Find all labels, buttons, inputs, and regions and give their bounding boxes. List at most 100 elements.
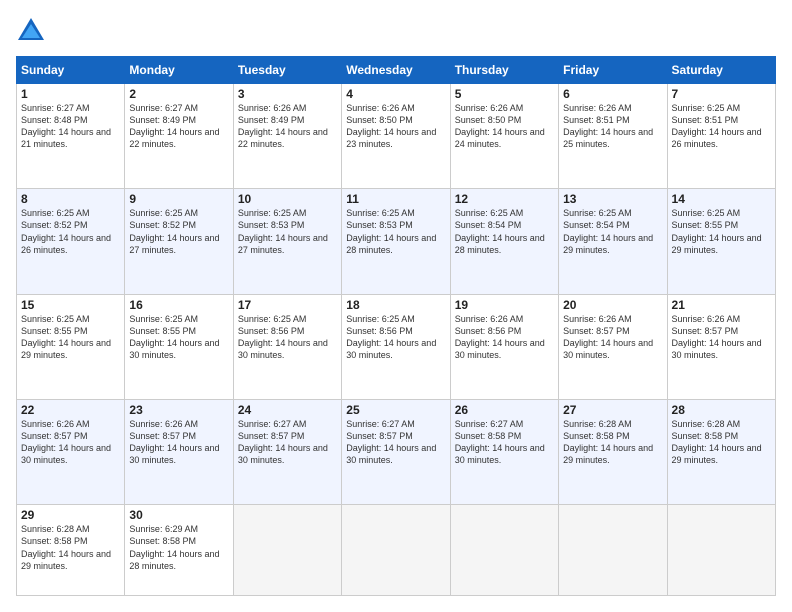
calendar-day-cell: 9 Sunrise: 6:25 AMSunset: 8:52 PMDayligh…: [125, 189, 233, 294]
day-info: Sunrise: 6:26 AMSunset: 8:57 PMDaylight:…: [21, 419, 111, 465]
calendar-day-cell: [559, 505, 667, 596]
col-sunday: Sunday: [17, 57, 125, 84]
day-number: 28: [672, 403, 771, 417]
day-number: 20: [563, 298, 662, 312]
day-info: Sunrise: 6:28 AMSunset: 8:58 PMDaylight:…: [563, 419, 653, 465]
calendar-day-cell: 28 Sunrise: 6:28 AMSunset: 8:58 PMDaylig…: [667, 399, 775, 504]
day-info: Sunrise: 6:29 AMSunset: 8:58 PMDaylight:…: [129, 524, 219, 570]
day-number: 4: [346, 87, 445, 101]
calendar-day-cell: [342, 505, 450, 596]
day-number: 16: [129, 298, 228, 312]
day-info: Sunrise: 6:26 AMSunset: 8:50 PMDaylight:…: [455, 103, 545, 149]
calendar-day-cell: 13 Sunrise: 6:25 AMSunset: 8:54 PMDaylig…: [559, 189, 667, 294]
calendar-day-cell: 25 Sunrise: 6:27 AMSunset: 8:57 PMDaylig…: [342, 399, 450, 504]
day-info: Sunrise: 6:26 AMSunset: 8:49 PMDaylight:…: [238, 103, 328, 149]
calendar-table: Sunday Monday Tuesday Wednesday Thursday…: [16, 56, 776, 596]
day-info: Sunrise: 6:27 AMSunset: 8:49 PMDaylight:…: [129, 103, 219, 149]
calendar-day-cell: 6 Sunrise: 6:26 AMSunset: 8:51 PMDayligh…: [559, 84, 667, 189]
calendar-day-cell: 22 Sunrise: 6:26 AMSunset: 8:57 PMDaylig…: [17, 399, 125, 504]
calendar-day-cell: 1 Sunrise: 6:27 AMSunset: 8:48 PMDayligh…: [17, 84, 125, 189]
day-number: 29: [21, 508, 120, 522]
calendar-day-cell: 4 Sunrise: 6:26 AMSunset: 8:50 PMDayligh…: [342, 84, 450, 189]
col-thursday: Thursday: [450, 57, 558, 84]
col-tuesday: Tuesday: [233, 57, 341, 84]
day-info: Sunrise: 6:28 AMSunset: 8:58 PMDaylight:…: [21, 524, 111, 570]
day-number: 8: [21, 192, 120, 206]
calendar-day-cell: [233, 505, 341, 596]
day-number: 27: [563, 403, 662, 417]
day-info: Sunrise: 6:25 AMSunset: 8:56 PMDaylight:…: [346, 314, 436, 360]
day-number: 9: [129, 192, 228, 206]
header: [16, 16, 776, 46]
day-info: Sunrise: 6:25 AMSunset: 8:56 PMDaylight:…: [238, 314, 328, 360]
calendar-week-row: 1 Sunrise: 6:27 AMSunset: 8:48 PMDayligh…: [17, 84, 776, 189]
day-info: Sunrise: 6:27 AMSunset: 8:57 PMDaylight:…: [238, 419, 328, 465]
day-info: Sunrise: 6:25 AMSunset: 8:55 PMDaylight:…: [21, 314, 111, 360]
day-info: Sunrise: 6:27 AMSunset: 8:57 PMDaylight:…: [346, 419, 436, 465]
day-info: Sunrise: 6:27 AMSunset: 8:48 PMDaylight:…: [21, 103, 111, 149]
day-info: Sunrise: 6:26 AMSunset: 8:56 PMDaylight:…: [455, 314, 545, 360]
calendar-day-cell: 17 Sunrise: 6:25 AMSunset: 8:56 PMDaylig…: [233, 294, 341, 399]
day-number: 22: [21, 403, 120, 417]
day-info: Sunrise: 6:26 AMSunset: 8:50 PMDaylight:…: [346, 103, 436, 149]
day-number: 10: [238, 192, 337, 206]
day-info: Sunrise: 6:26 AMSunset: 8:57 PMDaylight:…: [672, 314, 762, 360]
day-number: 2: [129, 87, 228, 101]
calendar-week-row: 8 Sunrise: 6:25 AMSunset: 8:52 PMDayligh…: [17, 189, 776, 294]
calendar-day-cell: 10 Sunrise: 6:25 AMSunset: 8:53 PMDaylig…: [233, 189, 341, 294]
calendar-day-cell: 21 Sunrise: 6:26 AMSunset: 8:57 PMDaylig…: [667, 294, 775, 399]
col-monday: Monday: [125, 57, 233, 84]
calendar-header-row: Sunday Monday Tuesday Wednesday Thursday…: [17, 57, 776, 84]
calendar-day-cell: [450, 505, 558, 596]
calendar-day-cell: 30 Sunrise: 6:29 AMSunset: 8:58 PMDaylig…: [125, 505, 233, 596]
calendar-day-cell: 18 Sunrise: 6:25 AMSunset: 8:56 PMDaylig…: [342, 294, 450, 399]
day-number: 25: [346, 403, 445, 417]
day-info: Sunrise: 6:25 AMSunset: 8:52 PMDaylight:…: [129, 208, 219, 254]
day-number: 24: [238, 403, 337, 417]
day-number: 14: [672, 192, 771, 206]
day-info: Sunrise: 6:28 AMSunset: 8:58 PMDaylight:…: [672, 419, 762, 465]
calendar-day-cell: 11 Sunrise: 6:25 AMSunset: 8:53 PMDaylig…: [342, 189, 450, 294]
day-number: 15: [21, 298, 120, 312]
calendar-week-row: 22 Sunrise: 6:26 AMSunset: 8:57 PMDaylig…: [17, 399, 776, 504]
day-info: Sunrise: 6:25 AMSunset: 8:54 PMDaylight:…: [563, 208, 653, 254]
day-number: 13: [563, 192, 662, 206]
day-number: 1: [21, 87, 120, 101]
day-number: 30: [129, 508, 228, 522]
col-saturday: Saturday: [667, 57, 775, 84]
day-info: Sunrise: 6:26 AMSunset: 8:57 PMDaylight:…: [129, 419, 219, 465]
day-number: 19: [455, 298, 554, 312]
day-number: 12: [455, 192, 554, 206]
day-number: 21: [672, 298, 771, 312]
calendar-day-cell: [667, 505, 775, 596]
col-wednesday: Wednesday: [342, 57, 450, 84]
calendar-week-row: 29 Sunrise: 6:28 AMSunset: 8:58 PMDaylig…: [17, 505, 776, 596]
calendar-day-cell: 24 Sunrise: 6:27 AMSunset: 8:57 PMDaylig…: [233, 399, 341, 504]
day-number: 11: [346, 192, 445, 206]
day-info: Sunrise: 6:26 AMSunset: 8:57 PMDaylight:…: [563, 314, 653, 360]
day-info: Sunrise: 6:25 AMSunset: 8:55 PMDaylight:…: [129, 314, 219, 360]
calendar-day-cell: 26 Sunrise: 6:27 AMSunset: 8:58 PMDaylig…: [450, 399, 558, 504]
calendar-day-cell: 12 Sunrise: 6:25 AMSunset: 8:54 PMDaylig…: [450, 189, 558, 294]
calendar-day-cell: 23 Sunrise: 6:26 AMSunset: 8:57 PMDaylig…: [125, 399, 233, 504]
day-info: Sunrise: 6:25 AMSunset: 8:53 PMDaylight:…: [346, 208, 436, 254]
logo-icon: [16, 16, 46, 46]
day-info: Sunrise: 6:25 AMSunset: 8:52 PMDaylight:…: [21, 208, 111, 254]
calendar-day-cell: 3 Sunrise: 6:26 AMSunset: 8:49 PMDayligh…: [233, 84, 341, 189]
day-number: 5: [455, 87, 554, 101]
calendar-day-cell: 27 Sunrise: 6:28 AMSunset: 8:58 PMDaylig…: [559, 399, 667, 504]
calendar-day-cell: 2 Sunrise: 6:27 AMSunset: 8:49 PMDayligh…: [125, 84, 233, 189]
calendar-week-row: 15 Sunrise: 6:25 AMSunset: 8:55 PMDaylig…: [17, 294, 776, 399]
col-friday: Friday: [559, 57, 667, 84]
calendar-day-cell: 15 Sunrise: 6:25 AMSunset: 8:55 PMDaylig…: [17, 294, 125, 399]
calendar-day-cell: 8 Sunrise: 6:25 AMSunset: 8:52 PMDayligh…: [17, 189, 125, 294]
day-info: Sunrise: 6:26 AMSunset: 8:51 PMDaylight:…: [563, 103, 653, 149]
day-info: Sunrise: 6:25 AMSunset: 8:53 PMDaylight:…: [238, 208, 328, 254]
day-info: Sunrise: 6:27 AMSunset: 8:58 PMDaylight:…: [455, 419, 545, 465]
calendar-day-cell: 5 Sunrise: 6:26 AMSunset: 8:50 PMDayligh…: [450, 84, 558, 189]
calendar-day-cell: 29 Sunrise: 6:28 AMSunset: 8:58 PMDaylig…: [17, 505, 125, 596]
calendar-day-cell: 16 Sunrise: 6:25 AMSunset: 8:55 PMDaylig…: [125, 294, 233, 399]
day-info: Sunrise: 6:25 AMSunset: 8:54 PMDaylight:…: [455, 208, 545, 254]
calendar-day-cell: 20 Sunrise: 6:26 AMSunset: 8:57 PMDaylig…: [559, 294, 667, 399]
calendar-day-cell: 7 Sunrise: 6:25 AMSunset: 8:51 PMDayligh…: [667, 84, 775, 189]
